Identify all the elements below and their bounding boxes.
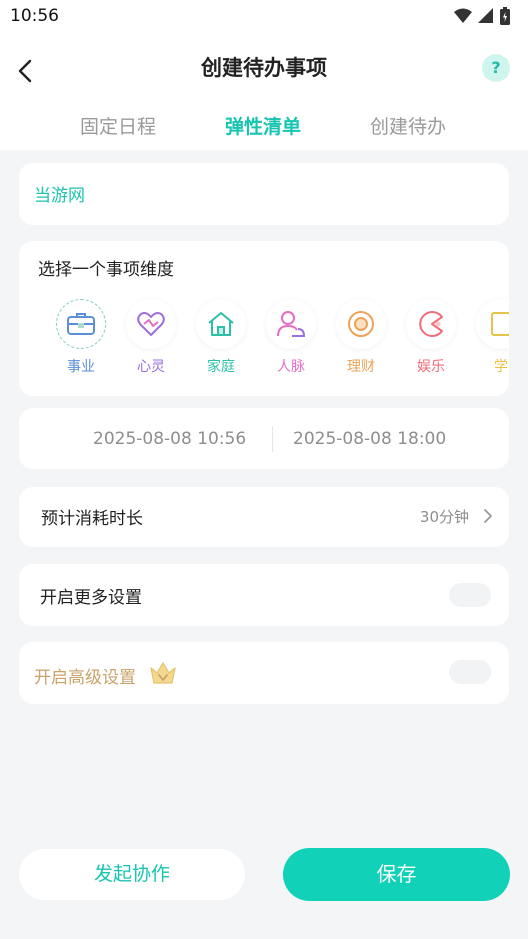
category-finance-circle xyxy=(336,299,386,349)
dimension-title: 选择一个事项维度 xyxy=(38,260,174,280)
tab-flexible-list[interactable]: 弹性清单 xyxy=(225,112,301,139)
duration-value: 30分钟 xyxy=(419,508,469,526)
category-label: 娱乐 xyxy=(417,359,445,375)
tab-create-todo[interactable]: 创建待办 xyxy=(370,112,446,139)
status-bar: 10:56 xyxy=(0,0,528,32)
heart-icon xyxy=(137,312,165,336)
briefcase-icon xyxy=(67,313,95,335)
help-button[interactable]: ? xyxy=(482,54,510,82)
category-label: 心灵 xyxy=(137,359,165,375)
time-range-card: 2025-08-08 10:56 2025-08-08 18:00 xyxy=(19,408,509,469)
category-label: 人脉 xyxy=(277,359,305,375)
tab-fixed-schedule[interactable]: 固定日程 xyxy=(80,112,156,139)
category-label: 理财 xyxy=(347,359,375,375)
category-study-circle xyxy=(476,299,509,349)
advanced-settings-row: 开启高级设置 xyxy=(19,642,509,704)
category-family-circle xyxy=(196,299,246,349)
status-time: 10:56 xyxy=(10,6,59,26)
header: 创建待办事项 ? 固定日程 弹性清单 创建待办 xyxy=(0,32,528,150)
category-network-circle xyxy=(266,299,316,349)
duration-label: 预计消耗时长 xyxy=(41,509,143,529)
todo-name-input[interactable] xyxy=(34,183,474,203)
category-label: 事业 xyxy=(67,359,95,375)
category-label: 学 xyxy=(494,359,508,375)
start-time[interactable]: 2025-08-08 10:56 xyxy=(93,429,246,449)
category-mind-circle xyxy=(126,299,176,349)
status-icons xyxy=(454,7,510,25)
book-icon xyxy=(491,312,509,336)
category-family[interactable]: 家庭 xyxy=(195,299,247,376)
home-icon xyxy=(208,312,234,336)
advanced-settings-toggle[interactable] xyxy=(449,660,491,684)
more-settings-toggle[interactable] xyxy=(449,583,491,607)
category-career[interactable]: 事业 xyxy=(55,299,107,376)
crown-icon xyxy=(150,662,176,684)
category-finance[interactable]: 理财 xyxy=(335,299,387,376)
category-entertainment-circle xyxy=(406,299,456,349)
category-entertainment[interactable]: 娱乐 xyxy=(405,299,457,376)
category-network[interactable]: 人脉 xyxy=(265,299,317,376)
collaborate-button[interactable]: 发起协作 xyxy=(19,849,245,900)
save-button[interactable]: 保存 xyxy=(283,848,510,901)
category-mind[interactable]: 心灵 xyxy=(125,299,177,376)
signal-icon xyxy=(478,8,493,23)
advanced-settings-label: 开启高级设置 xyxy=(34,668,136,688)
page-title: 创建待办事项 xyxy=(201,56,327,80)
chevron-right-icon xyxy=(484,509,492,523)
dimension-card: 选择一个事项维度 事业 心灵 家庭 人脉 理财 娱乐 学 xyxy=(19,241,509,396)
more-settings-row: 开启更多设置 xyxy=(19,564,509,626)
people-icon xyxy=(277,311,306,337)
category-career-circle xyxy=(56,299,106,349)
coin-icon xyxy=(348,311,374,337)
category-label: 家庭 xyxy=(207,359,235,375)
date-divider xyxy=(272,426,273,452)
end-time[interactable]: 2025-08-08 18:00 xyxy=(293,429,446,449)
duration-row[interactable]: 预计消耗时长 30分钟 xyxy=(19,487,509,547)
pacman-icon xyxy=(419,311,443,337)
wifi-icon xyxy=(454,8,472,23)
tab-bar: 固定日程 弹性清单 创建待办 xyxy=(0,112,528,142)
todo-name-card xyxy=(19,163,509,225)
more-settings-label: 开启更多设置 xyxy=(40,588,142,608)
battery-icon xyxy=(500,7,510,25)
category-study[interactable]: 学 xyxy=(475,299,509,376)
